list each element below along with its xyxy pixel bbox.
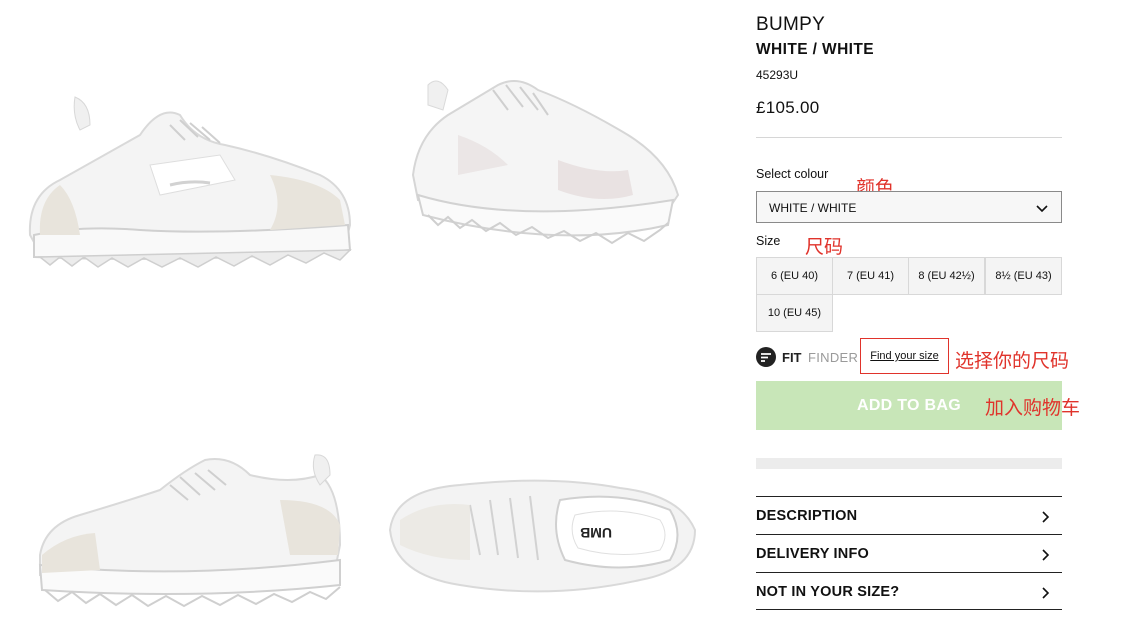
product-gallery: UMB — [0, 0, 740, 631]
svg-text:UMB: UMB — [580, 525, 612, 541]
product-colourway: WHITE / WHITE — [756, 41, 874, 58]
colour-select[interactable]: WHITE / WHITE — [756, 191, 1062, 223]
fit-finder-logo-icon — [756, 347, 776, 367]
annotation-size: 尺码 — [805, 236, 844, 258]
find-your-size-link[interactable]: Find your size — [860, 338, 949, 374]
product-title: BUMPY — [756, 14, 826, 35]
annotation-add-to-bag: 加入购物车 — [985, 397, 1081, 419]
fit-finder-finder-text: FINDER — [808, 350, 859, 365]
size-option[interactable]: 10 (EU 45) — [756, 294, 833, 332]
product-image-side[interactable] — [20, 85, 365, 275]
accordion-description[interactable]: DESCRIPTION — [756, 496, 1062, 534]
chevron-right-icon — [1042, 587, 1050, 599]
product-sku: 45293U — [756, 68, 799, 82]
product-image-top[interactable]: UMB — [380, 460, 705, 610]
chevron-down-icon — [1036, 205, 1048, 213]
accordion-not-in-your-size[interactable]: NOT IN YOUR SIZE? — [756, 572, 1062, 610]
size-option[interactable]: 7 (EU 41) — [832, 257, 909, 295]
fit-finder-fit-text: FIT — [782, 350, 802, 365]
size-option[interactable]: 8½ (EU 43) — [985, 257, 1062, 295]
size-option[interactable]: 6 (EU 40) — [756, 257, 833, 295]
size-option[interactable]: 8 (EU 42½) — [908, 257, 985, 295]
colour-select-value: WHITE / WHITE — [769, 201, 857, 215]
product-image-angle[interactable] — [398, 65, 698, 265]
loading-bar — [756, 458, 1062, 469]
accordion-label: NOT IN YOUR SIZE? — [756, 584, 900, 600]
accordion-delivery-info[interactable]: DELIVERY INFO — [756, 534, 1062, 572]
colour-label: Select colour — [756, 167, 829, 181]
annotation-find-size: 选择你的尺码 — [955, 350, 1070, 372]
size-label: Size — [756, 234, 781, 248]
accordion-label: DELIVERY INFO — [756, 546, 869, 562]
product-page: UMB BUMPY WHITE / WHITE 45293U £105.00 S… — [0, 0, 1137, 631]
info-accordion: DESCRIPTION DELIVERY INFO NOT IN YOUR SI… — [756, 496, 1062, 610]
divider — [756, 137, 1062, 138]
chevron-right-icon — [1042, 511, 1050, 523]
product-price: £105.00 — [756, 98, 820, 117]
product-image-side-inner[interactable] — [20, 445, 365, 615]
accordion-label: DESCRIPTION — [756, 508, 858, 524]
chevron-right-icon — [1042, 549, 1050, 561]
